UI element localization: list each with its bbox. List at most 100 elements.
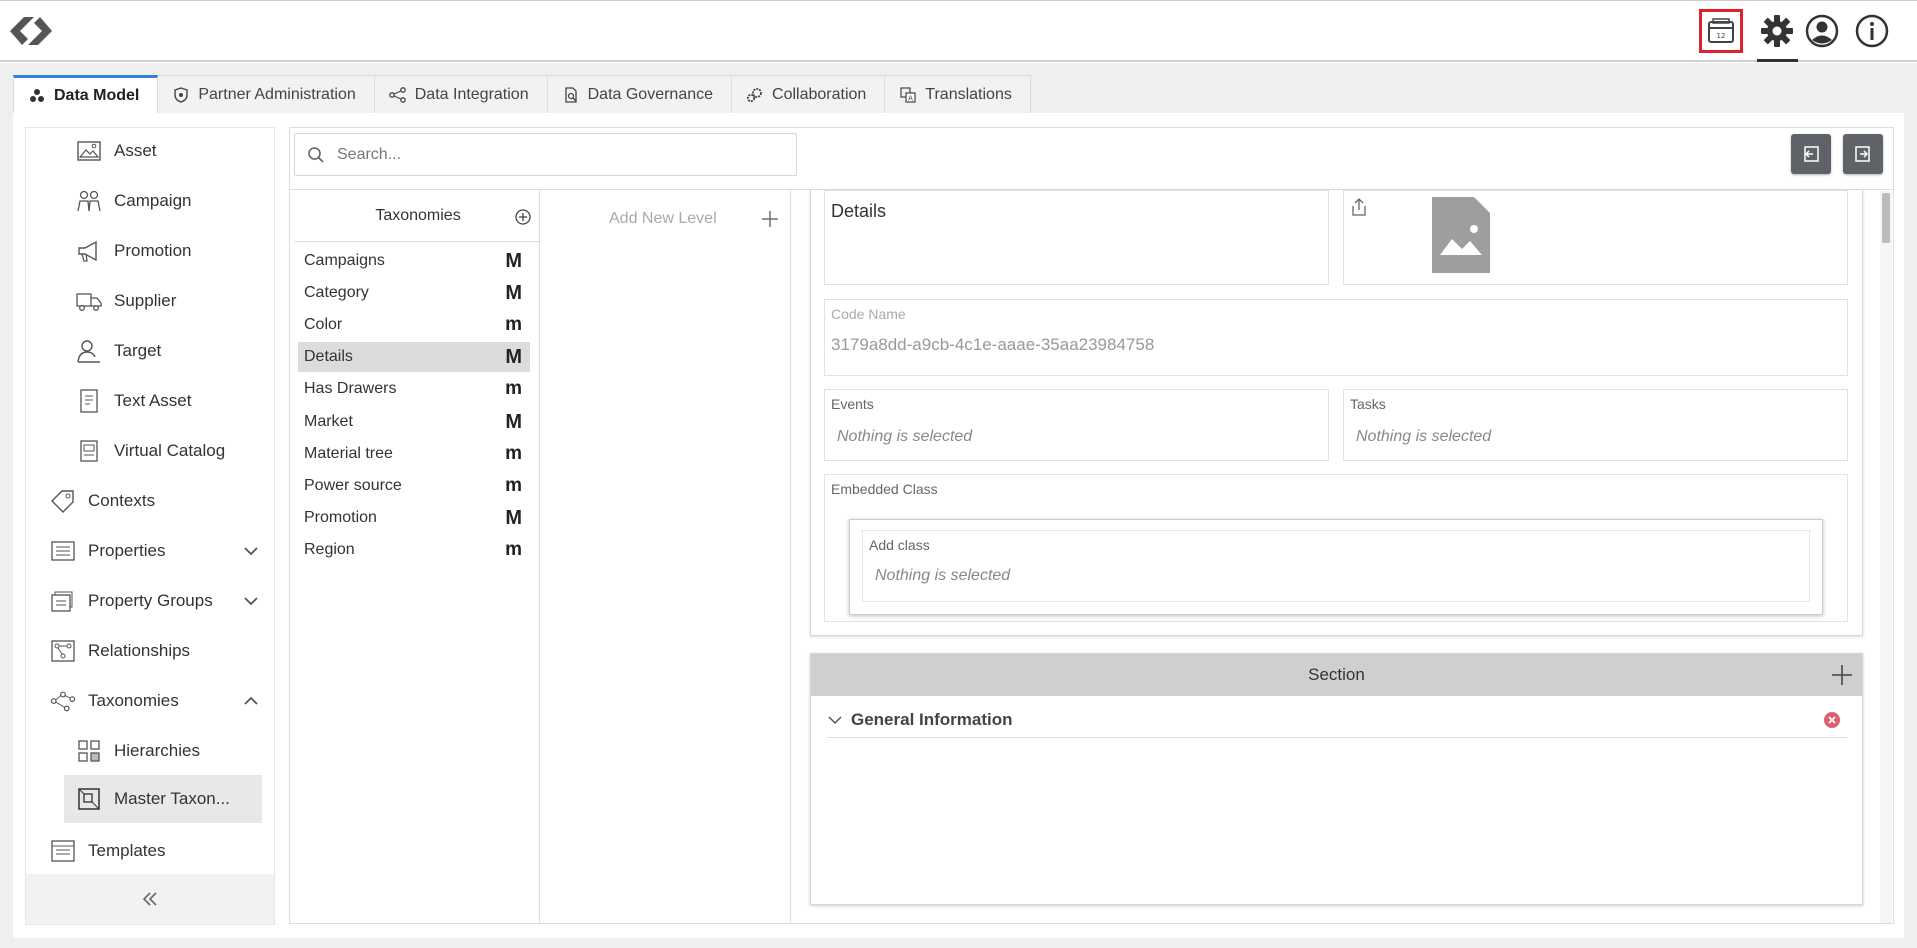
- tab-translations[interactable]: A Translations: [885, 75, 1031, 114]
- shield-icon: [172, 86, 190, 104]
- name-value: Details: [831, 201, 887, 221]
- taxonomy-badge: M: [505, 410, 522, 433]
- chevron-down-icon[interactable]: [242, 542, 260, 560]
- taxonomy-badge: M: [505, 249, 522, 272]
- main-tabs: Data Model Partner Administration Data I…: [13, 75, 1031, 114]
- sidebar-item-master-taxonomy[interactable]: Master Taxon...: [64, 775, 262, 823]
- svg-text:12: 12: [1717, 32, 1726, 40]
- top-bar: 12: [0, 0, 1917, 62]
- sidebar-item-contexts[interactable]: Contexts: [26, 478, 274, 524]
- share-upload-icon[interactable]: [1350, 197, 1368, 217]
- tab-collaboration[interactable]: Collaboration: [732, 75, 886, 114]
- taxonomy-item[interactable]: Material tree m: [298, 439, 530, 469]
- add-class-card: Add class Nothing is selected: [849, 519, 1823, 615]
- scrollbar-thumb[interactable]: [1882, 193, 1890, 243]
- sidebar-item-property-groups[interactable]: Property Groups: [26, 578, 274, 624]
- share-nodes-icon: [388, 86, 407, 104]
- add-circle-icon[interactable]: [514, 208, 532, 226]
- sidebar-item-label: Hierarchies: [114, 741, 200, 760]
- scrollbar[interactable]: [1880, 191, 1892, 923]
- taxonomy-item-label: Has Drawers: [304, 380, 397, 397]
- sidebar-item-supplier[interactable]: Supplier: [26, 278, 274, 324]
- remove-group-icon[interactable]: [1823, 711, 1841, 729]
- taxonomy-badge: M: [505, 345, 522, 368]
- tab-label: Partner Administration: [198, 85, 356, 103]
- sidebar-item-label: Target: [114, 341, 162, 360]
- tasks-label: Tasks: [1350, 396, 1386, 412]
- sidebar-item-taxonomies[interactable]: Taxonomies: [26, 678, 274, 724]
- taxonomy-item[interactable]: Campaigns M: [298, 246, 530, 276]
- tab-label: Translations: [925, 85, 1012, 103]
- user-profile-icon[interactable]: [1800, 9, 1844, 53]
- taxonomy-item-label: Market: [304, 413, 353, 430]
- calendar-box-icon[interactable]: 12: [1699, 9, 1743, 53]
- events-field[interactable]: Events Nothing is selected: [824, 389, 1329, 461]
- properties-icon: [50, 538, 76, 564]
- sidebar-item-label: Campaign: [114, 191, 192, 210]
- chevron-up-icon[interactable]: [242, 692, 260, 710]
- taxonomy-item[interactable]: Category M: [298, 278, 530, 308]
- chevron-down-icon[interactable]: [827, 712, 843, 728]
- settings-gear-icon[interactable]: [1755, 9, 1799, 53]
- sidebar-item-templates[interactable]: Templates: [26, 828, 274, 874]
- tab-partner-administration[interactable]: Partner Administration: [158, 75, 375, 114]
- image-field[interactable]: [1343, 190, 1848, 285]
- translate-icon: A: [899, 86, 917, 104]
- add-new-level-link[interactable]: Add New Level: [609, 210, 717, 228]
- taxonomy-badge: m: [505, 475, 522, 496]
- tasks-value: Nothing is selected: [1356, 428, 1492, 445]
- taxonomy-item-label: Material tree: [304, 445, 393, 462]
- tab-data-governance[interactable]: Data Governance: [547, 75, 733, 114]
- taxonomy-item-label: Campaigns: [304, 252, 385, 269]
- code-name-field[interactable]: Code Name 3179a8dd-a9cb-4c1e-aaae-35aa23…: [824, 299, 1848, 376]
- sidebar-item-text-asset[interactable]: Text Asset: [26, 378, 274, 424]
- double-chevron-left-icon: [142, 892, 157, 906]
- taxonomy-item[interactable]: Market M: [298, 407, 530, 437]
- taxonomy-item[interactable]: Color m: [298, 310, 530, 340]
- add-class-field[interactable]: Add class Nothing is selected: [862, 530, 1810, 602]
- tab-label: Data Integration: [414, 85, 529, 103]
- sidebar-item-asset[interactable]: Asset: [26, 128, 274, 174]
- plus-icon[interactable]: [759, 208, 781, 230]
- import-button[interactable]: [1791, 134, 1831, 174]
- tab-data-model[interactable]: Data Model: [13, 75, 159, 114]
- sidebar-collapse-button[interactable]: [26, 874, 274, 924]
- taxonomy-item[interactable]: Region m: [298, 535, 530, 565]
- info-icon[interactable]: [1850, 9, 1894, 53]
- app-logo[interactable]: [8, 13, 54, 49]
- taxonomy-item-selected[interactable]: Details M: [298, 342, 530, 372]
- tab-data-integration[interactable]: Data Integration: [374, 75, 548, 114]
- taxonomy-item[interactable]: Power source m: [298, 471, 530, 501]
- hierarchy-icon: [76, 738, 102, 764]
- taxonomy-badge: m: [505, 539, 522, 560]
- search-box[interactable]: [294, 133, 797, 176]
- add-section-icon[interactable]: [1830, 663, 1854, 687]
- taxonomy-badge: m: [505, 378, 522, 399]
- general-information-group[interactable]: General Information: [827, 702, 1847, 738]
- name-field[interactable]: Details: [824, 190, 1329, 285]
- taxonomy-badge: M: [505, 281, 522, 304]
- sidebar-item-hierarchies[interactable]: Hierarchies: [26, 728, 274, 774]
- sidebar-item-label: Asset: [114, 141, 157, 160]
- tasks-field[interactable]: Tasks Nothing is selected: [1343, 389, 1848, 461]
- taxonomy-item[interactable]: Promotion M: [298, 503, 530, 533]
- taxonomy-item-label: Power source: [304, 477, 402, 494]
- chevron-down-icon[interactable]: [242, 592, 260, 610]
- tag-icon: [50, 488, 76, 514]
- taxonomy-item-label: Color: [304, 316, 343, 333]
- sidebar-item-properties[interactable]: Properties: [26, 528, 274, 574]
- sidebar-item-virtual-catalog[interactable]: Virtual Catalog: [26, 428, 274, 474]
- taxonomy-item[interactable]: Has Drawers m: [298, 374, 530, 404]
- sidebar-item-relationships[interactable]: Relationships: [26, 628, 274, 674]
- search-input[interactable]: [337, 145, 757, 164]
- export-button[interactable]: [1843, 134, 1883, 174]
- sidebar-item-target[interactable]: Target: [26, 328, 274, 374]
- sidebar-item-promotion[interactable]: Promotion: [26, 228, 274, 274]
- taxonomies-header: Taxonomies: [294, 190, 542, 242]
- taxonomy-item-label: Region: [304, 541, 355, 558]
- sidebar-item-campaign[interactable]: Campaign: [26, 178, 274, 224]
- template-icon: [50, 838, 76, 864]
- taxonomy-item-label: Details: [304, 348, 353, 365]
- taxonomy-icon: [50, 688, 76, 714]
- add-class-value: Nothing is selected: [875, 567, 1011, 584]
